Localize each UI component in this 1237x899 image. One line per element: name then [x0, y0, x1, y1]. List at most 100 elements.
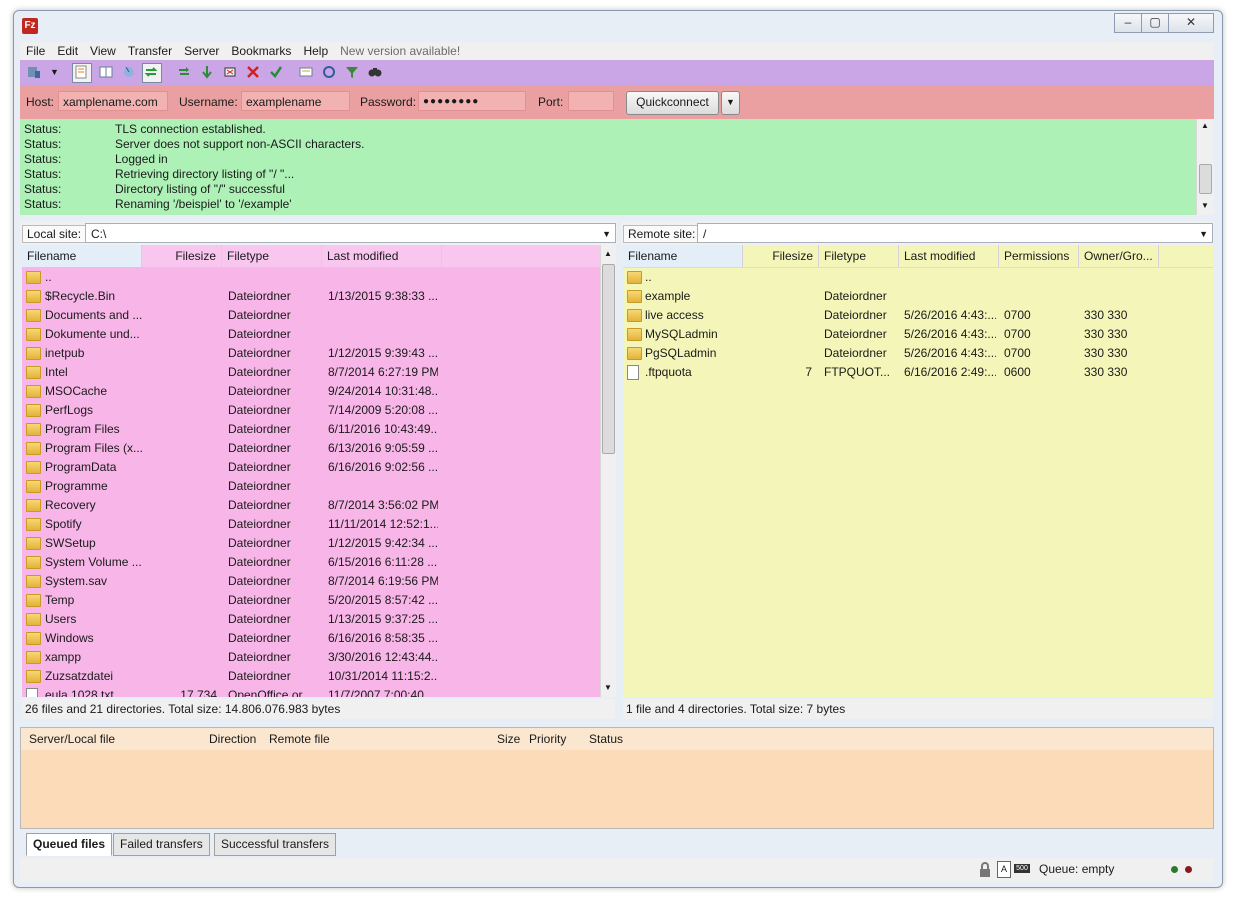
site-manager-icon[interactable] — [26, 64, 42, 80]
local-header-filename[interactable]: Filename — [22, 245, 142, 267]
remote-file-row[interactable]: .ftpquota 7 FTPQUOT... 6/16/2016 2:49:... 06… — [623, 363, 1213, 382]
local-file-row[interactable]: Program Files Dateiordner 6/11/2016 10:43:… — [22, 420, 600, 439]
username-input[interactable]: examplename — [241, 91, 350, 111]
scroll-up-icon[interactable]: ▲ — [1201, 121, 1209, 130]
lock-icon[interactable] — [978, 862, 992, 878]
menu-transfer[interactable]: Transfer — [122, 42, 178, 60]
remote-header-filesize[interactable]: Filesize — [743, 245, 819, 267]
tab-failed-transfers[interactable]: Failed transfers — [113, 833, 210, 856]
queue-header-server-local-file[interactable]: Server/Local file — [29, 728, 115, 750]
refresh-icon[interactable] — [176, 64, 192, 80]
local-header-filesize[interactable]: Filesize — [142, 245, 222, 267]
local-header-last-modified[interactable]: Last modified — [322, 245, 442, 267]
search-icon[interactable] — [367, 64, 383, 80]
sync-browsing-icon[interactable] — [321, 64, 337, 80]
local-file-row[interactable]: System Volume ... Dateiordner 6/15/2016 6:… — [22, 553, 600, 572]
cancel-operation-icon[interactable] — [222, 64, 238, 80]
local-file-row[interactable]: .. — [22, 268, 600, 287]
local-file-row[interactable]: eula.1028.txt 17,734 OpenOffice.or... 11/7/… — [22, 686, 600, 697]
queue-header-size[interactable]: Size — [497, 728, 520, 750]
local-file-row[interactable]: inetpub Dateiordner 1/12/2015 9:39:43 ... — [22, 344, 600, 363]
remote-header-filetype[interactable]: Filetype — [819, 245, 899, 267]
local-file-name: Documents and ... — [45, 308, 143, 322]
queue-header-status[interactable]: Status — [589, 728, 623, 750]
chevron-down-icon[interactable]: ▼ — [602, 224, 611, 244]
scroll-up-icon[interactable]: ▲ — [604, 249, 612, 258]
local-file-row[interactable]: Programme Dateiordner — [22, 477, 600, 496]
minimize-button[interactable]: – — [1114, 13, 1142, 33]
menu-edit[interactable]: Edit — [51, 42, 84, 60]
remote-file-row[interactable]: PgSQLadmin Dateiordner 5/26/2016 4:43:... 0… — [623, 344, 1213, 363]
menu-help[interactable]: Help — [297, 42, 334, 60]
remote-header-permissions[interactable]: Permissions — [999, 245, 1079, 267]
remote-path-combobox[interactable]: / ▼ — [697, 223, 1213, 243]
process-queue-icon[interactable] — [199, 64, 215, 80]
log-scrollbar-thumb[interactable] — [1199, 164, 1212, 194]
local-file-modified: 1/13/2015 9:37:25 ... — [328, 612, 438, 626]
remote-header-owner-group[interactable]: Owner/Gro... — [1079, 245, 1159, 267]
dropdown-arrow-icon[interactable]: ▼ — [50, 64, 66, 80]
local-file-row[interactable]: PerfLogs Dateiordner 7/14/2009 5:20:08 ... — [22, 401, 600, 420]
directory-comparison-icon[interactable] — [298, 64, 314, 80]
remote-file-type: Dateiordner — [824, 327, 887, 341]
reconnect-icon[interactable] — [268, 64, 284, 80]
local-scrollbar-thumb[interactable] — [602, 264, 615, 454]
menu-view[interactable]: View — [84, 42, 122, 60]
remote-header-filename[interactable]: Filename — [623, 245, 743, 267]
remote-file-row[interactable]: MySQLadmin Dateiordner 5/26/2016 4:43:... 0… — [623, 325, 1213, 344]
remote-file-row[interactable]: live access Dateiordner 5/26/2016 4:43:...… — [623, 306, 1213, 325]
tab-successful-transfers[interactable]: Successful transfers — [214, 833, 337, 856]
quickconnect-button[interactable]: Quickconnect — [626, 91, 719, 115]
close-button[interactable]: ✕ — [1168, 13, 1214, 33]
local-file-row[interactable]: Program Files (x... Dateiordner 6/13/2016 … — [22, 439, 600, 458]
local-file-row[interactable]: Documents and ... Dateiordner — [22, 306, 600, 325]
local-file-row[interactable]: $Recycle.Bin Dateiordner 1/13/2015 9:38:33… — [22, 287, 600, 306]
menu-server[interactable]: Server — [178, 42, 225, 60]
maximize-button[interactable]: ▢ — [1141, 13, 1169, 33]
local-file-row[interactable]: Temp Dateiordner 5/20/2015 8:57:42 ... — [22, 591, 600, 610]
password-input[interactable]: ●●●●●●●● — [418, 91, 526, 111]
local-file-row[interactable]: System.sav Dateiordner 8/7/2014 6:19:56 PM — [22, 572, 600, 591]
local-file-row[interactable]: xampp Dateiordner 3/30/2016 12:43:44... — [22, 648, 600, 667]
host-input[interactable]: xamplename.com — [58, 91, 168, 111]
local-file-row[interactable]: MSOCache Dateiordner 9/24/2014 10:31:48... — [22, 382, 600, 401]
chevron-down-icon[interactable]: ▼ — [1199, 224, 1208, 244]
local-scrollbar[interactable]: ▲ ▼ — [600, 245, 616, 697]
log-scrollbar[interactable]: ▲ ▼ — [1196, 119, 1214, 215]
quickconnect-history-dropdown[interactable]: ▼ — [721, 91, 740, 115]
local-file-row[interactable]: Spotify Dateiordner 11/11/2014 12:52:1... — [22, 515, 600, 534]
local-file-row[interactable]: Windows Dateiordner 6/16/2016 8:58:35 ... — [22, 629, 600, 648]
local-file-row[interactable]: Zuzsatzdatei Dateiordner 10/31/2014 11:15:… — [22, 667, 600, 686]
scroll-down-icon[interactable]: ▼ — [1201, 201, 1209, 210]
local-path-combobox[interactable]: C:\ ▼ — [85, 223, 616, 243]
toggle-remote-tree-icon[interactable] — [121, 64, 137, 80]
tab-queued-files[interactable]: Queued files — [26, 833, 113, 856]
remote-file-row[interactable]: example Dateiordner — [623, 287, 1213, 306]
menu-new-version[interactable]: New version available! — [334, 42, 466, 60]
local-file-row[interactable]: Recovery Dateiordner 8/7/2014 3:56:02 PM — [22, 496, 600, 515]
filter-icon[interactable] — [344, 64, 360, 80]
remote-header-last-modified[interactable]: Last modified — [899, 245, 999, 267]
toggle-queue-icon[interactable] — [142, 63, 162, 83]
queue-header-direction[interactable]: Direction — [209, 728, 256, 750]
scroll-down-icon[interactable]: ▼ — [604, 683, 612, 692]
local-file-row[interactable]: Users Dateiordner 1/13/2015 9:37:25 ... — [22, 610, 600, 629]
speed-limit-icon[interactable]: 500 — [1014, 864, 1030, 873]
local-file-row[interactable]: ProgramData Dateiordner 6/16/2016 9:02:56 … — [22, 458, 600, 477]
local-file-row[interactable]: Dokumente und... Dateiordner — [22, 325, 600, 344]
local-header-filetype[interactable]: Filetype — [222, 245, 322, 267]
local-file-row[interactable]: SWSetup Dateiordner 1/12/2015 9:42:34 ... — [22, 534, 600, 553]
local-file-modified: 6/16/2016 9:02:56 ... — [328, 460, 438, 474]
disconnect-icon[interactable] — [245, 64, 261, 80]
port-input[interactable] — [568, 91, 614, 111]
toggle-local-tree-icon[interactable] — [98, 64, 114, 80]
toggle-message-log-icon[interactable] — [72, 63, 92, 83]
remote-file-row[interactable]: .. — [623, 268, 1213, 287]
remote-file-list: Filename Filesize Filetype Last modified… — [623, 245, 1213, 697]
local-file-row[interactable]: Intel Dateiordner 8/7/2014 6:27:19 PM — [22, 363, 600, 382]
binary-transfer-icon[interactable]: A — [997, 861, 1011, 878]
menu-bookmarks[interactable]: Bookmarks — [225, 42, 297, 60]
menu-file[interactable]: File — [20, 42, 51, 60]
queue-header-remote-file[interactable]: Remote file — [269, 728, 330, 750]
queue-header-priority[interactable]: Priority — [529, 728, 566, 750]
